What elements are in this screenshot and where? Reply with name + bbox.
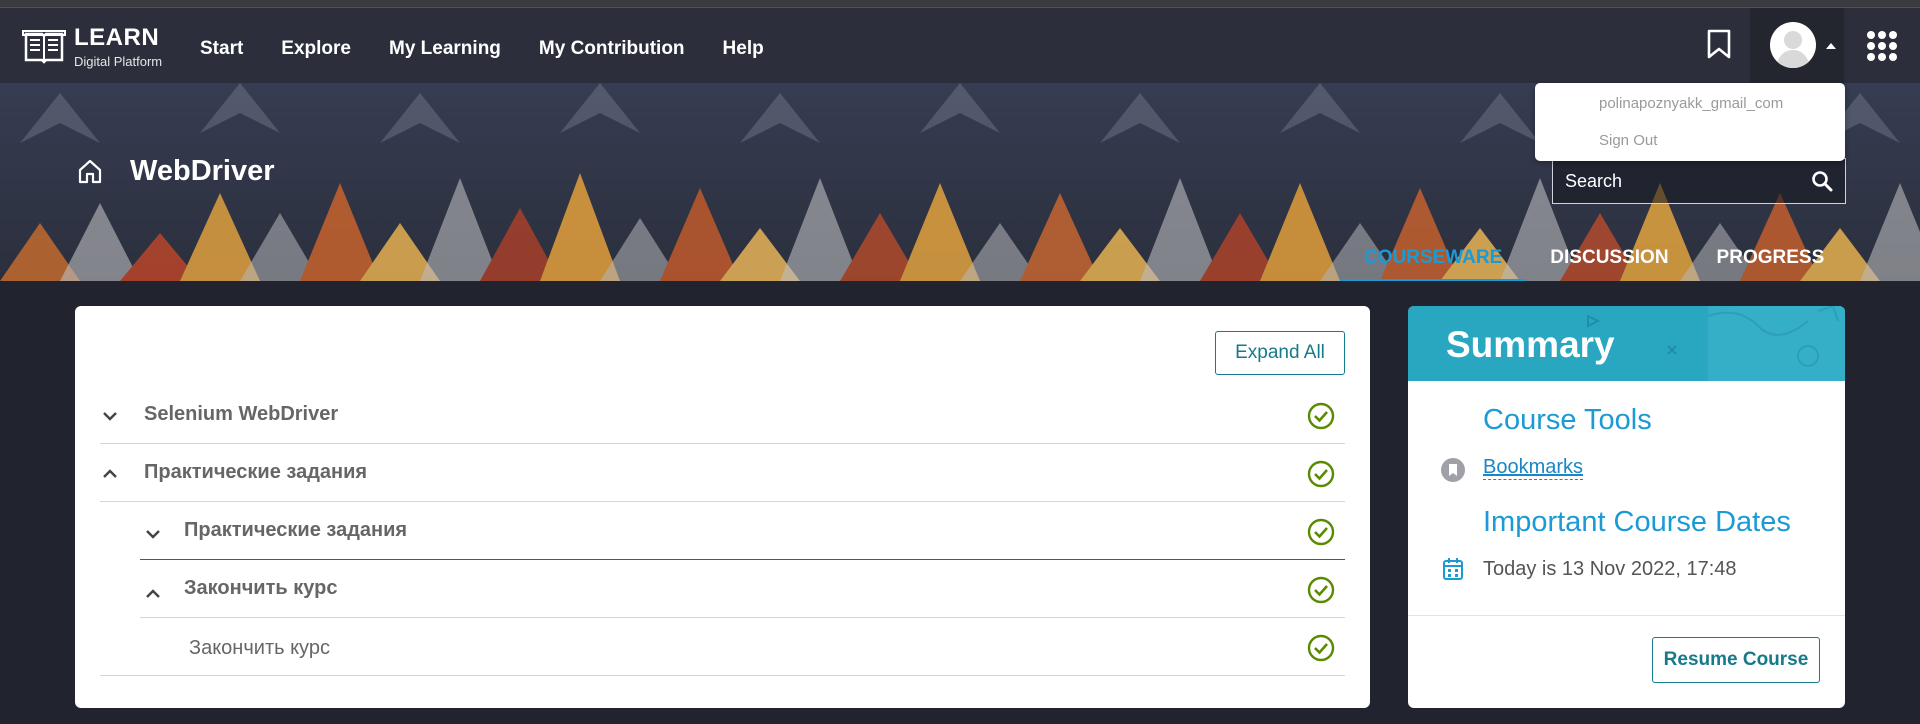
chevron-down-icon <box>103 412 117 421</box>
chevron-up-icon <box>146 589 160 598</box>
main-nav: Start Explore My Learning My Contributio… <box>200 38 764 60</box>
nav-start[interactable]: Start <box>200 38 243 60</box>
summary-panel: Summary Course Tools Bookmarks Important… <box>1408 306 1845 708</box>
search-box <box>1552 158 1846 204</box>
nav-help[interactable]: Help <box>723 38 764 60</box>
check-circle-icon <box>1307 576 1335 604</box>
subsection-label: Закончить курс <box>184 577 338 599</box>
tab-discussion[interactable]: DISCUSSION <box>1526 245 1692 281</box>
search-input[interactable] <box>1553 159 1793 203</box>
check-circle-icon <box>1307 460 1335 488</box>
home-icon[interactable] <box>76 157 104 185</box>
course-title: WebDriver <box>130 155 275 187</box>
bookmarks-link[interactable]: Bookmarks <box>1483 456 1584 480</box>
tab-progress[interactable]: PROGRESS <box>1693 245 1849 281</box>
course-outline-panel: Expand All Selenium WebDriver Практическ… <box>75 306 1370 708</box>
resume-course-button[interactable]: Resume Course <box>1652 637 1820 683</box>
course-tabs: COURSEWARE DISCUSSION PROGRESS <box>1340 245 1848 281</box>
avatar <box>1770 22 1816 68</box>
user-silhouette-icon <box>1776 31 1810 68</box>
outline-row[interactable]: Закончить курс <box>100 618 1345 676</box>
subsection-label: Практические задания <box>184 519 408 541</box>
divider <box>1408 615 1845 616</box>
summary-title: Summary <box>1446 324 1615 365</box>
user-menu-toggle[interactable] <box>1750 8 1844 83</box>
brand-name: LEARN <box>74 24 160 51</box>
summary-header: Summary <box>1408 306 1845 381</box>
nav-my-learning[interactable]: My Learning <box>389 38 501 60</box>
course-tools-title: Course Tools <box>1483 404 1652 436</box>
caret-up-icon <box>1826 43 1836 49</box>
browser-top-edge <box>0 0 1920 8</box>
tab-courseware[interactable]: COURSEWARE <box>1340 245 1527 281</box>
chevron-down-icon <box>146 530 160 539</box>
outline-row[interactable]: Selenium WebDriver <box>100 386 1345 444</box>
nav-my-contribution[interactable]: My Contribution <box>539 38 685 60</box>
bookmark-icon[interactable] <box>1706 29 1732 59</box>
calendar-icon <box>1443 558 1463 580</box>
expand-all-button[interactable]: Expand All <box>1215 331 1345 375</box>
book-icon <box>22 30 66 64</box>
outline-row[interactable]: Практические задания <box>100 444 1345 502</box>
sign-out-link[interactable]: Sign Out <box>1599 132 1657 149</box>
check-circle-icon <box>1307 518 1335 546</box>
search-icon[interactable] <box>1811 170 1833 192</box>
check-circle-icon <box>1307 634 1335 662</box>
brand-tagline: Digital Platform <box>74 54 163 69</box>
important-dates-title: Important Course Dates <box>1483 506 1791 538</box>
top-navbar: LEARN Digital Platform Start Explore My … <box>0 8 1920 83</box>
chevron-up-icon <box>103 469 117 478</box>
unit-label: Закончить курс <box>189 637 330 659</box>
nav-explore[interactable]: Explore <box>281 38 351 60</box>
apps-grid-icon[interactable] <box>1866 30 1898 62</box>
dropdown-username[interactable]: polinapoznyakk_gmail_com <box>1599 95 1783 112</box>
section-label: Selenium WebDriver <box>144 403 339 425</box>
brand-logo[interactable]: LEARN Digital Platform <box>22 26 162 68</box>
bookmark-icon <box>1441 458 1465 482</box>
section-label: Практические задания <box>144 461 368 483</box>
outline-row[interactable]: Практические задания <box>140 502 1345 560</box>
check-circle-icon <box>1307 402 1335 430</box>
outline-row[interactable]: Закончить курс <box>140 560 1345 618</box>
user-dropdown-menu: polinapoznyakk_gmail_com Sign Out <box>1535 83 1845 161</box>
today-date: Today is 13 Nov 2022, 17:48 <box>1483 558 1737 580</box>
